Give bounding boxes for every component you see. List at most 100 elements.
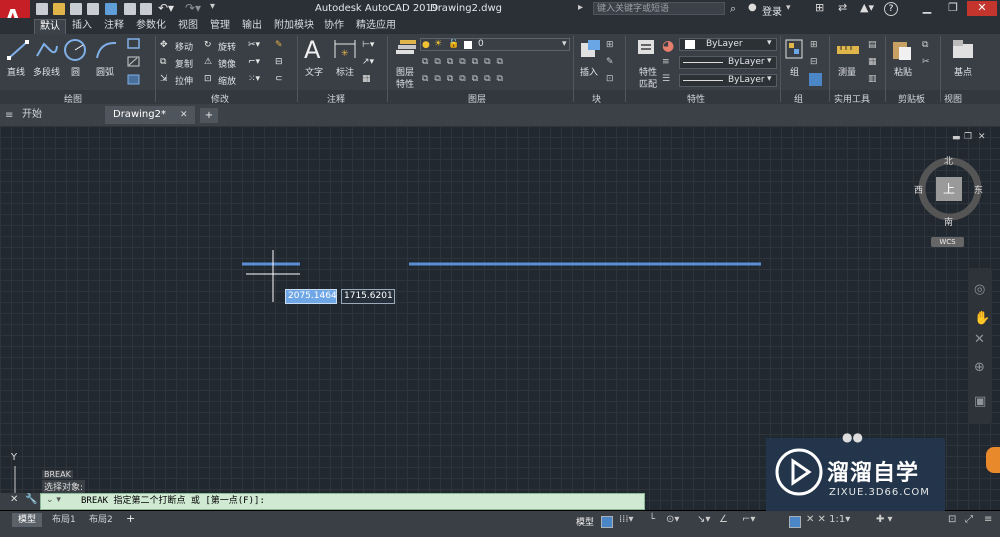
scale-icon[interactable]: ⊡ xyxy=(204,74,212,84)
copy-clip-icon[interactable]: ⧉ xyxy=(922,40,928,50)
side-badge-icon[interactable] xyxy=(986,447,1000,473)
mirror-label[interactable]: 镜像 xyxy=(218,57,236,70)
tab-addins[interactable]: 附加模块 xyxy=(269,19,319,33)
customize-qat-icon[interactable]: ▾ xyxy=(210,1,215,12)
osnap-icon[interactable]: ∠ xyxy=(719,514,728,525)
help-icon[interactable]: ? xyxy=(884,2,898,16)
status-model-button[interactable]: 模型 xyxy=(576,515,594,528)
pan-icon[interactable]: ✋ xyxy=(974,311,990,326)
exchange-icon[interactable]: ⇄ xyxy=(838,1,847,14)
copy-icon[interactable]: ⧉ xyxy=(160,57,166,67)
match-label-2[interactable]: 匹配 xyxy=(639,77,657,90)
save-icon[interactable] xyxy=(70,3,82,15)
undo-icon[interactable]: ↶▾ xyxy=(158,1,174,15)
tab-manage[interactable]: 管理 xyxy=(205,19,235,33)
insert-block-icon[interactable] xyxy=(578,38,602,62)
layer-tools-row2[interactable]: ⧉⧉⧉⧉⧉⧉⧉ xyxy=(422,74,509,84)
network-icon[interactable]: ▲▾ xyxy=(860,1,874,14)
polyline-icon[interactable] xyxy=(34,38,60,62)
leader-icon[interactable]: ↗▾ xyxy=(362,57,374,67)
rotate-label[interactable]: 旋转 xyxy=(218,40,236,53)
tab-view[interactable]: 视图 xyxy=(173,19,203,33)
chevron-down-icon[interactable]: ▾ xyxy=(767,38,772,48)
compass-south[interactable]: 南 xyxy=(944,215,953,228)
offset-icon[interactable]: ⊂ xyxy=(275,74,283,84)
share-icon[interactable] xyxy=(105,3,117,15)
grid-icon[interactable] xyxy=(601,516,613,528)
tab-featured-apps[interactable]: 精选应用 xyxy=(351,19,401,33)
login-link[interactable]: 登录 xyxy=(762,3,782,18)
open-icon[interactable] xyxy=(53,3,65,15)
color-wheel-icon[interactable]: ◕ xyxy=(662,38,674,54)
redo-icon[interactable]: ↷▾ xyxy=(185,1,201,15)
minimize-button[interactable]: ▁ xyxy=(915,1,939,16)
linear-dim-icon[interactable]: ⊢▾ xyxy=(362,40,374,50)
chevron-down-icon[interactable]: ▾ xyxy=(562,39,567,49)
create-block-icon[interactable]: ⊞ xyxy=(606,40,614,50)
circle-icon[interactable] xyxy=(63,38,87,62)
edit-block-icon[interactable]: ✎ xyxy=(606,57,614,67)
command-customize-icon[interactable]: 🔧 xyxy=(25,494,37,505)
dimension-label[interactable]: 标注 xyxy=(336,65,354,78)
tab-insert[interactable]: 插入 xyxy=(67,19,97,33)
text-icon[interactable]: A xyxy=(304,36,320,64)
tab-parametric[interactable]: 参数化 xyxy=(131,19,171,33)
list-icon[interactable]: ☰ xyxy=(662,74,670,84)
menu-icon[interactable]: ≡ xyxy=(5,110,13,121)
table-icon[interactable]: ▦ xyxy=(362,74,371,84)
calculator-icon[interactable]: ▤ xyxy=(868,40,877,50)
layout-tab-model[interactable]: 模型 xyxy=(12,513,43,527)
settings-icon[interactable]: ✚ ▾ xyxy=(876,514,893,525)
group-label[interactable]: 组 xyxy=(790,65,799,78)
id-point-icon[interactable]: ▥ xyxy=(868,74,877,84)
object-snap-icon[interactable]: ⌐▾ xyxy=(742,514,755,525)
insert-label[interactable]: 插入 xyxy=(580,65,598,78)
tab-default[interactable]: 默认 xyxy=(34,19,66,34)
compass-north[interactable]: 北 xyxy=(944,154,953,167)
arc-icon[interactable] xyxy=(94,38,120,62)
viewcube-top-face[interactable]: 上 xyxy=(936,177,962,201)
mirror-icon[interactable]: ⚠ xyxy=(204,57,212,67)
selection-cycling-icon[interactable] xyxy=(789,516,801,528)
layer-tools-row1[interactable]: ⧉⧉⧉⧉⧉⧉⧉ xyxy=(422,57,509,67)
search-input[interactable]: 键入关键字或短语 xyxy=(593,2,725,15)
fillet-icon[interactable]: ⌐▾ xyxy=(248,57,260,67)
start-tab[interactable]: 开始 xyxy=(14,106,102,124)
layout-tab-1[interactable]: 布局1 xyxy=(46,513,82,527)
ortho-icon[interactable]: └ xyxy=(649,514,655,525)
layer-properties-icon[interactable] xyxy=(394,38,418,62)
measure-icon[interactable] xyxy=(836,40,860,60)
new-tab-button[interactable]: + xyxy=(200,108,218,123)
restore-button[interactable]: ❐ xyxy=(941,1,965,16)
paste-label[interactable]: 粘贴 xyxy=(894,65,912,78)
move-icon[interactable]: ✥ xyxy=(160,40,168,50)
stretch-label[interactable]: 拉伸 xyxy=(175,74,193,87)
group-icon[interactable] xyxy=(784,38,806,62)
command-close-icon[interactable]: ✕ xyxy=(10,494,18,505)
viewport-restore-button[interactable]: ❐ xyxy=(964,132,972,142)
dimension-icon[interactable]: ✳ xyxy=(333,38,357,62)
close-tab-icon[interactable]: ✕ xyxy=(180,110,188,120)
tab-collaborate[interactable]: 协作 xyxy=(319,19,349,33)
paste-icon[interactable] xyxy=(891,38,913,62)
snap-icon[interactable]: ⁞⁞⁞▾ xyxy=(619,514,634,525)
base-label[interactable]: 基点 xyxy=(954,65,972,78)
group-select-icon[interactable] xyxy=(809,73,822,86)
trim-icon[interactable]: ✂▾ xyxy=(248,40,260,50)
block-attr-icon[interactable]: ⊡ xyxy=(606,74,614,84)
explode-icon[interactable]: ⊟ xyxy=(275,57,283,67)
lineweight-icon[interactable]: ≡ xyxy=(662,57,670,67)
steering-wheel-icon[interactable]: ◎ xyxy=(974,282,985,297)
array-icon[interactable]: ⁙▾ xyxy=(248,74,260,84)
search-icon[interactable]: ⌕ xyxy=(730,2,736,16)
erase-icon[interactable]: ✎ xyxy=(275,40,283,50)
rectangle-icon[interactable] xyxy=(127,38,141,50)
print-icon[interactable] xyxy=(124,3,136,15)
move-label[interactable]: 移动 xyxy=(175,40,193,53)
orbit-icon[interactable]: ⊕ xyxy=(974,360,985,375)
copy-label[interactable]: 复制 xyxy=(175,57,193,70)
isodraft-icon[interactable]: ↘▾ xyxy=(697,514,710,525)
compass-east[interactable]: 东 xyxy=(974,183,983,196)
base-view-icon[interactable] xyxy=(950,38,976,62)
quickcalc-icon[interactable]: ▦ xyxy=(868,57,877,67)
